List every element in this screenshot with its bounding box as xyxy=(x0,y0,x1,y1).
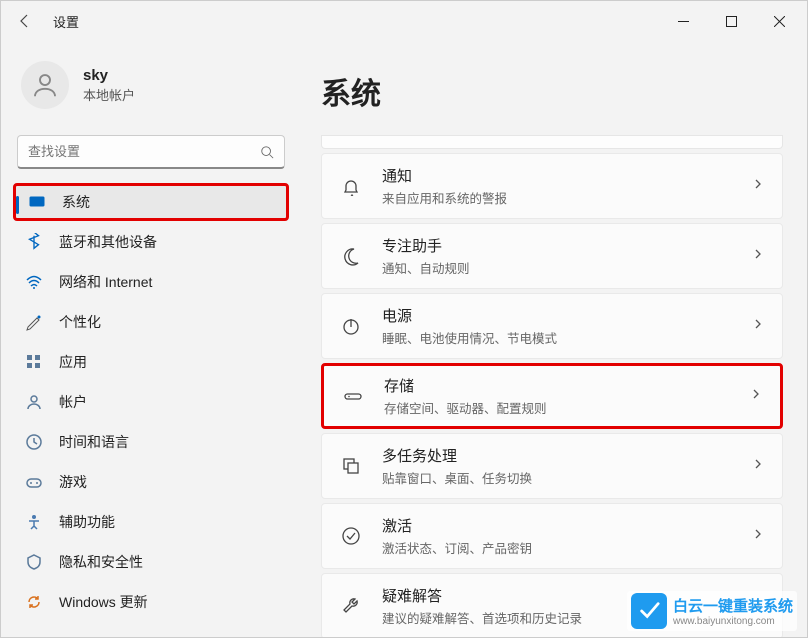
sidebar-item-label: 个性化 xyxy=(59,312,101,332)
check-icon xyxy=(340,525,362,547)
moon-icon xyxy=(340,245,362,267)
sidebar-item-label: 网络和 Internet xyxy=(59,272,152,292)
chevron-right-icon xyxy=(752,527,764,545)
card-subtitle: 睡眠、电池使用情况、节电模式 xyxy=(382,328,752,347)
window-controls xyxy=(659,1,803,41)
gaming-icon xyxy=(25,473,43,491)
system-icon xyxy=(28,193,46,211)
sidebar-item-label: 时间和语言 xyxy=(59,432,129,452)
close-button[interactable] xyxy=(755,1,803,41)
card-stub xyxy=(321,135,783,149)
power-icon xyxy=(340,315,362,337)
card-bell[interactable]: 通知来自应用和系统的警报 xyxy=(321,153,783,219)
card-subtitle: 激活状态、订阅、产品密钥 xyxy=(382,538,752,557)
arrow-left-icon xyxy=(17,13,33,29)
window-title: 设置 xyxy=(53,12,79,31)
card-title: 多任务处理 xyxy=(382,445,752,466)
sidebar-item-gaming[interactable]: 游戏 xyxy=(13,463,289,501)
main-content: 系统 通知来自应用和系统的警报专注助手通知、自动规则电源睡眠、电池使用情况、节电… xyxy=(301,41,807,637)
maximize-button[interactable] xyxy=(707,1,755,41)
card-subtitle: 通知、自动规则 xyxy=(382,258,752,277)
sidebar-item-label: 系统 xyxy=(62,192,90,212)
sidebar-item-label: 应用 xyxy=(59,352,87,372)
time-icon xyxy=(25,433,43,451)
watermark-url: www.baiyunxitong.com xyxy=(673,616,793,627)
sidebar-item-accounts[interactable]: 帐户 xyxy=(13,383,289,421)
sidebar-item-label: 隐私和安全性 xyxy=(59,552,143,572)
bell-icon xyxy=(340,175,362,197)
card-check[interactable]: 激活激活状态、订阅、产品密钥 xyxy=(321,503,783,569)
avatar xyxy=(21,61,69,109)
search-input[interactable] xyxy=(28,144,260,159)
sidebar-item-apps[interactable]: 应用 xyxy=(13,343,289,381)
page-title: 系统 xyxy=(321,69,783,113)
watermark-text: 白云一键重装系统 xyxy=(673,595,793,616)
search-icon xyxy=(260,145,274,159)
card-title: 通知 xyxy=(382,165,752,186)
chevron-right-icon xyxy=(752,247,764,265)
bluetooth-icon xyxy=(25,233,43,251)
titlebar: 设置 xyxy=(1,1,807,41)
storage-icon xyxy=(342,385,364,407)
card-title: 专注助手 xyxy=(382,235,752,256)
sidebar-item-time[interactable]: 时间和语言 xyxy=(13,423,289,461)
personalize-icon xyxy=(25,313,43,331)
card-title: 激活 xyxy=(382,515,752,536)
account-block[interactable]: sky 本地帐户 xyxy=(13,51,289,129)
maximize-icon xyxy=(726,16,737,27)
card-subtitle: 贴靠窗口、桌面、任务切换 xyxy=(382,468,752,487)
privacy-icon xyxy=(25,553,43,571)
sidebar: sky 本地帐户 系统蓝牙和其他设备网络和 Internet 个性化应用帐户时间和… xyxy=(1,41,301,637)
sidebar-item-bluetooth[interactable]: 蓝牙和其他设备 xyxy=(13,223,289,261)
sidebar-item-personalize[interactable]: 个性化 xyxy=(13,303,289,341)
chevron-right-icon xyxy=(752,457,764,475)
card-storage[interactable]: 存储存储空间、驱动器、配置规则 xyxy=(321,363,783,429)
sidebar-item-label: 游戏 xyxy=(59,472,87,492)
sidebar-item-update[interactable]: Windows 更新 xyxy=(13,583,289,621)
sidebar-item-label: 蓝牙和其他设备 xyxy=(59,232,157,252)
card-power[interactable]: 电源睡眠、电池使用情况、节电模式 xyxy=(321,293,783,359)
chevron-right-icon xyxy=(752,177,764,195)
account-name: sky xyxy=(83,67,135,84)
card-subtitle: 存储空间、驱动器、配置规则 xyxy=(384,398,750,417)
chevron-right-icon xyxy=(752,317,764,335)
nav-list: 系统蓝牙和其他设备网络和 Internet 个性化应用帐户时间和语言游戏辅助功能隐… xyxy=(13,183,289,621)
watermark: 白云一键重装系统 www.baiyunxitong.com xyxy=(627,591,797,631)
sidebar-item-system[interactable]: 系统 xyxy=(13,183,289,221)
card-list: 通知来自应用和系统的警报专注助手通知、自动规则电源睡眠、电池使用情况、节电模式存… xyxy=(321,135,783,637)
search-box[interactable] xyxy=(17,135,285,169)
accounts-icon xyxy=(25,393,43,411)
network-icon xyxy=(25,273,43,291)
person-icon xyxy=(30,70,60,100)
chevron-right-icon xyxy=(750,387,762,405)
close-icon xyxy=(774,16,785,27)
watermark-icon xyxy=(631,593,667,629)
back-button[interactable] xyxy=(5,1,45,41)
card-moon[interactable]: 专注助手通知、自动规则 xyxy=(321,223,783,289)
sidebar-item-label: 辅助功能 xyxy=(59,512,115,532)
minimize-icon xyxy=(678,16,689,27)
update-icon xyxy=(25,593,43,611)
wrench-icon xyxy=(340,595,362,617)
minimize-button[interactable] xyxy=(659,1,707,41)
card-subtitle: 来自应用和系统的警报 xyxy=(382,188,752,207)
accessibility-icon xyxy=(25,513,43,531)
multitask-icon xyxy=(340,455,362,477)
sidebar-item-label: 帐户 xyxy=(59,392,87,412)
apps-icon xyxy=(25,353,43,371)
card-title: 存储 xyxy=(384,375,750,396)
sidebar-item-accessibility[interactable]: 辅助功能 xyxy=(13,503,289,541)
sidebar-item-privacy[interactable]: 隐私和安全性 xyxy=(13,543,289,581)
card-multitask[interactable]: 多任务处理贴靠窗口、桌面、任务切换 xyxy=(321,433,783,499)
card-title: 电源 xyxy=(382,305,752,326)
sidebar-item-label: Windows 更新 xyxy=(59,592,148,612)
sidebar-item-network[interactable]: 网络和 Internet xyxy=(13,263,289,301)
account-type: 本地帐户 xyxy=(83,85,135,104)
